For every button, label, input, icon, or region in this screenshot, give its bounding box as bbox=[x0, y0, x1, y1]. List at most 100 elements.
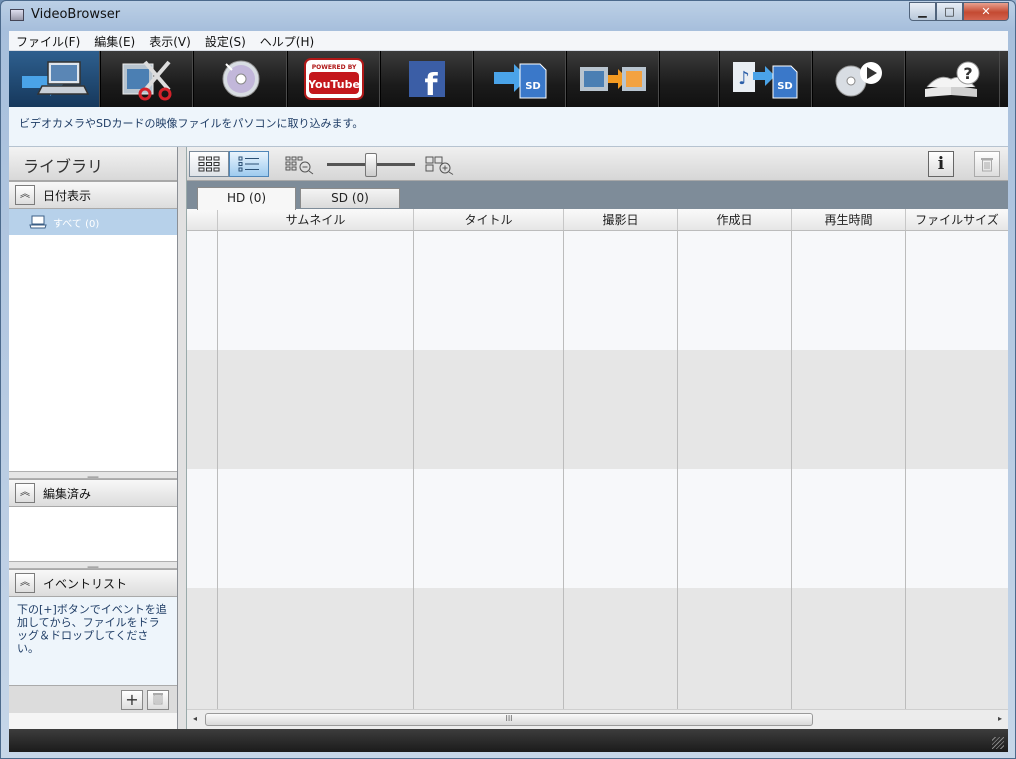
table-row bbox=[187, 231, 1008, 350]
info-button[interactable]: i bbox=[928, 151, 954, 177]
disc-create-button[interactable] bbox=[194, 51, 288, 107]
trash-icon bbox=[981, 158, 993, 172]
section-splitter[interactable]: ▁▁ bbox=[9, 471, 177, 479]
edited-header[interactable]: ︽ 編集済み bbox=[9, 479, 177, 507]
list-item-all[interactable]: すべて (0) bbox=[9, 209, 177, 235]
facebook-upload-button[interactable]: f bbox=[381, 51, 474, 107]
collapse-icon[interactable]: ︽ bbox=[15, 185, 35, 205]
collapse-icon[interactable]: ︽ bbox=[15, 573, 35, 593]
music-to-sd-button[interactable]: ♪ SD bbox=[720, 51, 813, 107]
app-icon bbox=[10, 9, 24, 21]
grid-view-button[interactable] bbox=[189, 151, 229, 177]
youtube-icon: POWERED BY YouTube bbox=[304, 58, 364, 100]
list-view-button[interactable] bbox=[229, 151, 269, 177]
disc-icon bbox=[222, 60, 259, 98]
film-merge-icon bbox=[580, 67, 646, 91]
sd-copy-icon: SD bbox=[494, 63, 547, 99]
tab-hd[interactable]: HD (0) bbox=[197, 187, 296, 210]
column-divider bbox=[563, 231, 564, 709]
panel-splitter[interactable] bbox=[178, 147, 187, 729]
youtube-text: YouTube bbox=[307, 78, 360, 91]
film-scissors-icon bbox=[122, 60, 172, 101]
film-merge-button[interactable] bbox=[567, 51, 660, 107]
zoom-slider-thumb[interactable] bbox=[365, 153, 377, 177]
col-thumbnail[interactable]: サムネイル bbox=[217, 209, 413, 230]
maximize-button[interactable]: □ bbox=[936, 2, 963, 21]
menu-bar: ファイル(F) 編集(E) 表示(V) 設定(S) ヘルプ(H) bbox=[9, 31, 1008, 51]
scroll-thumb[interactable]: III bbox=[205, 713, 813, 726]
event-list-label: イベントリスト bbox=[43, 576, 128, 591]
scroll-right-icon[interactable]: ▸ bbox=[998, 714, 1002, 723]
grid-icon bbox=[198, 156, 220, 172]
list-item-all-label: すべて (0) bbox=[53, 218, 100, 230]
event-list-header[interactable]: ︽ イベントリスト bbox=[9, 569, 177, 597]
zoom-out-icon[interactable] bbox=[285, 155, 315, 175]
edit-button[interactable] bbox=[101, 51, 194, 107]
help-manual-button[interactable]: ? bbox=[906, 51, 1000, 107]
menu-edit[interactable]: 編集(E) bbox=[87, 31, 142, 50]
edited-list bbox=[9, 507, 177, 561]
facebook-icon: f bbox=[409, 61, 445, 99]
svg-text:?: ? bbox=[963, 64, 972, 83]
minimize-button[interactable]: ▁ bbox=[909, 2, 936, 21]
import-button[interactable] bbox=[9, 51, 101, 107]
file-table-body bbox=[187, 231, 1008, 709]
event-hint: 下の[+]ボタンでイベントを追加してから、ファイルをドラッグ＆ドロップしてくださ… bbox=[9, 597, 177, 685]
col-title[interactable]: タイトル bbox=[413, 209, 563, 230]
menu-help[interactable]: ヘルプ(H) bbox=[253, 31, 321, 50]
music-sd-icon: ♪ SD bbox=[733, 62, 798, 99]
copy-to-sd-button[interactable]: SD bbox=[474, 51, 567, 107]
column-divider bbox=[677, 231, 678, 709]
list-icon bbox=[238, 156, 259, 172]
laptop-icon bbox=[29, 215, 47, 229]
view-toolbar: i bbox=[187, 147, 1008, 181]
disc-play-button[interactable] bbox=[813, 51, 906, 107]
edited-label: 編集済み bbox=[43, 486, 92, 501]
title-bar[interactable]: VideoBrowser ▁ □ ✕ bbox=[1, 1, 1015, 31]
collapse-icon[interactable]: ︽ bbox=[15, 483, 35, 503]
menu-view[interactable]: 表示(V) bbox=[142, 31, 198, 50]
add-event-button[interactable]: + bbox=[121, 690, 143, 710]
content-panel: i HD (0) SD (0) サムネイル タイトル 撮影日 作成日 再生時間 … bbox=[187, 147, 1008, 729]
menu-settings[interactable]: 設定(S) bbox=[198, 31, 253, 50]
svg-text:♪: ♪ bbox=[738, 68, 750, 89]
date-view-header[interactable]: ︽ 日付表示 bbox=[9, 181, 177, 209]
table-row bbox=[187, 469, 1008, 588]
table-header: サムネイル タイトル 撮影日 作成日 再生時間 ファイルサイズ bbox=[187, 209, 1008, 231]
delete-button[interactable] bbox=[974, 151, 1000, 177]
col-shot-date[interactable]: 撮影日 bbox=[563, 209, 677, 230]
youtube-upload-button[interactable]: POWERED BY YouTube bbox=[288, 51, 381, 107]
section-splitter[interactable]: ▁▁ bbox=[9, 561, 177, 569]
info-text: ビデオカメラやSDカードの映像ファイルをパソコンに取り込みます。 bbox=[19, 117, 364, 130]
col-check[interactable] bbox=[187, 209, 217, 230]
date-view-label: 日付表示 bbox=[43, 188, 92, 203]
column-divider bbox=[413, 231, 414, 709]
col-file-size[interactable]: ファイルサイズ bbox=[905, 209, 1008, 230]
scroll-left-icon[interactable]: ◂ bbox=[193, 714, 197, 723]
resize-grip-icon[interactable] bbox=[992, 737, 1004, 749]
column-divider bbox=[217, 231, 218, 709]
menu-file[interactable]: ファイル(F) bbox=[9, 31, 87, 50]
window-title: VideoBrowser bbox=[31, 7, 121, 22]
status-bar bbox=[9, 729, 1008, 752]
disc-play-icon bbox=[835, 62, 882, 97]
col-duration[interactable]: 再生時間 bbox=[791, 209, 905, 230]
delete-event-button[interactable] bbox=[147, 690, 169, 710]
book-help-icon: ? bbox=[925, 61, 980, 97]
table-row bbox=[187, 588, 1008, 709]
library-panel: ライブラリ ︽ 日付表示 すべて (0) ▁▁ ︽ 編集済み ▁▁ ︽ イベント… bbox=[9, 147, 178, 729]
sd-label: SD bbox=[525, 81, 541, 92]
horizontal-scrollbar[interactable]: ◂ III ▸ bbox=[187, 709, 1008, 729]
trash-icon bbox=[153, 693, 163, 705]
zoom-in-icon[interactable] bbox=[425, 155, 455, 175]
table-row bbox=[187, 350, 1008, 469]
laptop-import-icon bbox=[21, 61, 89, 96]
event-footer: + bbox=[9, 685, 177, 713]
info-bar: ビデオカメラやSDカードの映像ファイルをパソコンに取り込みます。 bbox=[9, 107, 1008, 147]
library-title: ライブラリ bbox=[9, 147, 177, 181]
col-created-date[interactable]: 作成日 bbox=[677, 209, 791, 230]
tab-sd[interactable]: SD (0) bbox=[300, 188, 400, 208]
column-divider bbox=[905, 231, 906, 709]
main-toolbar: POWERED BY YouTube f SD ♪ SD ? bbox=[9, 51, 1008, 107]
close-button[interactable]: ✕ bbox=[963, 2, 1009, 21]
